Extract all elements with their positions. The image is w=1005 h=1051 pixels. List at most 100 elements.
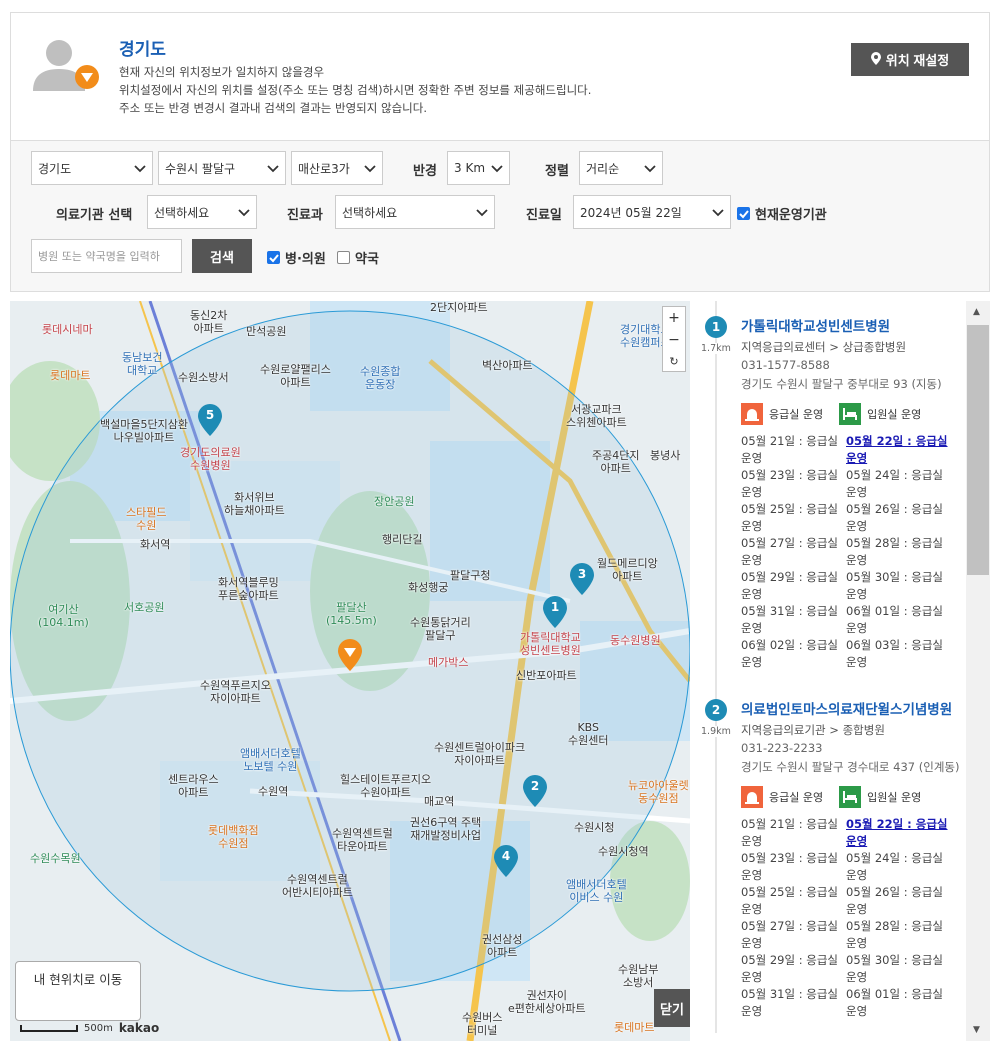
scroll-down-icon[interactable]: ▼	[973, 1025, 980, 1035]
map-place-label[interactable]: 가톨릭대학교 성빈센트병원	[520, 631, 581, 657]
map-place-label[interactable]: 메가박스	[428, 656, 468, 669]
map-place-label[interactable]: 앰배서더호텔 노보텔 수원	[240, 747, 301, 773]
operating-checkbox[interactable]: 현재운영기관	[737, 204, 827, 223]
map-place-label[interactable]: 경기도의료원 수원병원	[180, 446, 241, 472]
map-place-label[interactable]: 수원역센트럴 타운아파트	[332, 827, 393, 853]
hospital-name-link[interactable]: 가톨릭대학교성빈센트병원	[741, 315, 955, 335]
map-place-label[interactable]: 수원로얄팰리스 아파트	[260, 363, 331, 389]
map-place-label[interactable]: 롯데마트	[50, 369, 90, 382]
my-location-button[interactable]: 내 현위치로 이동	[15, 961, 141, 1021]
search-button[interactable]: 검색	[192, 239, 252, 273]
map-place-label[interactable]: 앰배서더호텔 이비스 수원	[566, 878, 627, 904]
map-place-label[interactable]: 수원역푸르지오 자이아파트	[200, 679, 271, 705]
map-place-label[interactable]: 팔달산 (145.5m)	[326, 601, 377, 627]
pin-number: 1	[550, 600, 560, 614]
map-place-label[interactable]: KBS 수원센터	[568, 721, 608, 747]
hospital-pin-5[interactable]: 5	[198, 404, 222, 436]
map-place-label[interactable]: 수원종합 운동장	[360, 365, 400, 391]
refresh-icon[interactable]: ↻	[669, 355, 678, 368]
map-place-label[interactable]: 서광교파크 스위첸아파트	[566, 403, 627, 429]
map-place-label[interactable]: 뉴코아아울렛 동수원점	[628, 779, 689, 805]
map-place-label[interactable]: 화성행궁	[408, 581, 448, 594]
city-select[interactable]: 수원시 팔달구	[158, 151, 286, 185]
desc-line: 현재 자신의 위치정보가 일치하지 않을경우	[119, 65, 325, 79]
map-place-label[interactable]: 센트라우스 아파트	[168, 773, 219, 799]
map-place-label[interactable]: 서호공원	[124, 601, 164, 614]
map-place-label[interactable]: 월드메르디앙 아파트	[597, 557, 658, 583]
province-select[interactable]: 경기도	[31, 151, 153, 185]
hospital-pin-4[interactable]: 4	[494, 845, 518, 877]
map-place-label[interactable]: 수원버스 터미널	[462, 1011, 502, 1037]
map-place-label[interactable]: 행리단길	[382, 533, 422, 546]
hospital-pin-3[interactable]: 3	[570, 563, 594, 595]
map-place-label[interactable]: 신반포아파트	[516, 669, 577, 682]
map-place-label[interactable]: 수원역센트럴 어반시티아파트	[282, 873, 353, 899]
map-place-label[interactable]: 동신2차 아파트	[190, 309, 227, 335]
map-place-label[interactable]: 힐스테이트푸르지오 수원아파트	[340, 773, 431, 799]
map-place-label[interactable]: 롯데마트	[614, 1021, 654, 1034]
date-select[interactable]: 2024년 05월 22일	[573, 195, 731, 229]
hospital-checkbox[interactable]: 병·의원	[267, 248, 326, 267]
day-status: 05월 27일 : 응급실운영	[741, 536, 839, 567]
dept-select[interactable]: 선택하세요	[335, 195, 495, 229]
close-map-button[interactable]: 닫기	[654, 989, 690, 1027]
map-place-label[interactable]: 롯데백화점 수원점	[208, 824, 259, 850]
map-place-label[interactable]: 매교역	[424, 795, 454, 808]
pin-number: 4	[501, 849, 511, 863]
map-place-label[interactable]: 수원통닭거리 팔달구	[410, 616, 471, 642]
map-place-label[interactable]: 수원시청역	[598, 845, 649, 858]
hospital-pin-1[interactable]: 1	[543, 596, 567, 628]
map-place-label[interactable]: 수원소방서	[178, 371, 229, 384]
map-place-label[interactable]: 롯데시네마	[42, 323, 93, 336]
map-place-label[interactable]: 화서역블루밍 푸른숲아파트	[218, 576, 279, 602]
map-place-label[interactable]: 팔달구청	[450, 569, 490, 582]
map-place-label[interactable]: 2단지아파트	[430, 301, 488, 314]
map-place-label[interactable]: 동수원병원	[610, 634, 661, 647]
map-place-label[interactable]: 장안공원	[374, 495, 414, 508]
scroll-up-icon[interactable]: ▲	[973, 307, 980, 317]
map-place-label[interactable]: 수원수목원	[30, 852, 81, 865]
institution-select[interactable]: 선택하세요	[147, 195, 257, 229]
map-place-label[interactable]: 봉녕사	[650, 449, 680, 462]
day-status[interactable]: 05월 22일 : 응급실운영	[846, 816, 951, 849]
hospital-name-link[interactable]: 의료법인토마스의료재단윌스기념병원	[741, 698, 955, 718]
map-place-label[interactable]: 백설마을5단지삼환 나우빌아파트	[100, 418, 188, 444]
map-place-label[interactable]: 수원센트럴아이파크 자이아파트	[434, 741, 525, 767]
dong-select[interactable]: 매산로3가	[291, 151, 383, 185]
scrollbar-thumb[interactable]	[967, 325, 989, 575]
map-scale: 500m kakao	[20, 1021, 159, 1035]
map-place-label[interactable]: 벽산아파트	[482, 359, 533, 372]
map-place-label[interactable]: 권선6구역 주택 재개발정비사업	[410, 816, 481, 842]
day-status: 05월 21일 : 응급실운영	[741, 817, 839, 848]
map-view[interactable]: 롯데시네마 동신2차 아파트 2단지아파트 경기대학교 수원캠퍼스 동남보건 대학교 만석…	[10, 301, 690, 1041]
results-scrollbar[interactable]: ▲ ▼	[966, 301, 990, 1041]
result-item[interactable]: 2 1.9km 의료법인토마스의료재단윌스기념병원 지역응급의료기관 > 종합병원 03…	[701, 684, 965, 1033]
zoom-out-button[interactable]: −	[668, 332, 680, 348]
map-place-label[interactable]: 동남보건 대학교	[122, 351, 162, 377]
hospital-pin-2[interactable]: 2	[523, 775, 547, 807]
search-input[interactable]: 병원 또는 약국명을 입력하	[31, 239, 182, 273]
pharmacy-checkbox[interactable]: 약국	[337, 248, 379, 267]
hospital-phone[interactable]: 031-223-2233	[741, 740, 965, 757]
reset-location-button[interactable]: 위치 재설정	[851, 43, 969, 76]
map-place-label[interactable]: 주공4단지 아파트	[592, 449, 639, 475]
map-place-label[interactable]: 수원시청	[574, 821, 614, 834]
sort-select[interactable]: 거리순	[579, 151, 663, 185]
results-list[interactable]: 1 1.7km 가톨릭대학교성빈센트병원 지역응급의료센터 > 상급종합병원 031-1…	[699, 301, 965, 1041]
map-place-label[interactable]: 권선삼성 아파트	[482, 933, 522, 959]
map-place-label[interactable]: 만석공원	[246, 325, 286, 338]
zoom-in-button[interactable]: +	[668, 310, 680, 326]
location-pin-icon	[870, 51, 881, 68]
hospital-phone[interactable]: 031-1577-8588	[741, 357, 965, 374]
radius-select[interactable]: 3 Km	[447, 151, 510, 185]
map-place-label[interactable]: 스타필드 수원	[126, 506, 166, 532]
map-place-label[interactable]: 수원남부 소방서	[618, 963, 658, 989]
er-badge: 응급실 운영	[741, 786, 823, 808]
map-place-label[interactable]: 여기산 (104.1m)	[38, 603, 89, 629]
map-place-label[interactable]: 수원역	[258, 785, 288, 798]
map-place-label[interactable]: 화서역	[140, 538, 170, 551]
map-place-label[interactable]: 화서위브 하늘채아파트	[224, 491, 285, 517]
result-item[interactable]: 1 1.7km 가톨릭대학교성빈센트병원 지역응급의료센터 > 상급종합병원 031-1…	[701, 301, 965, 684]
map-place-label[interactable]: 권선자이 e편한세상아파트	[508, 989, 586, 1015]
day-status[interactable]: 05월 22일 : 응급실운영	[846, 433, 951, 466]
